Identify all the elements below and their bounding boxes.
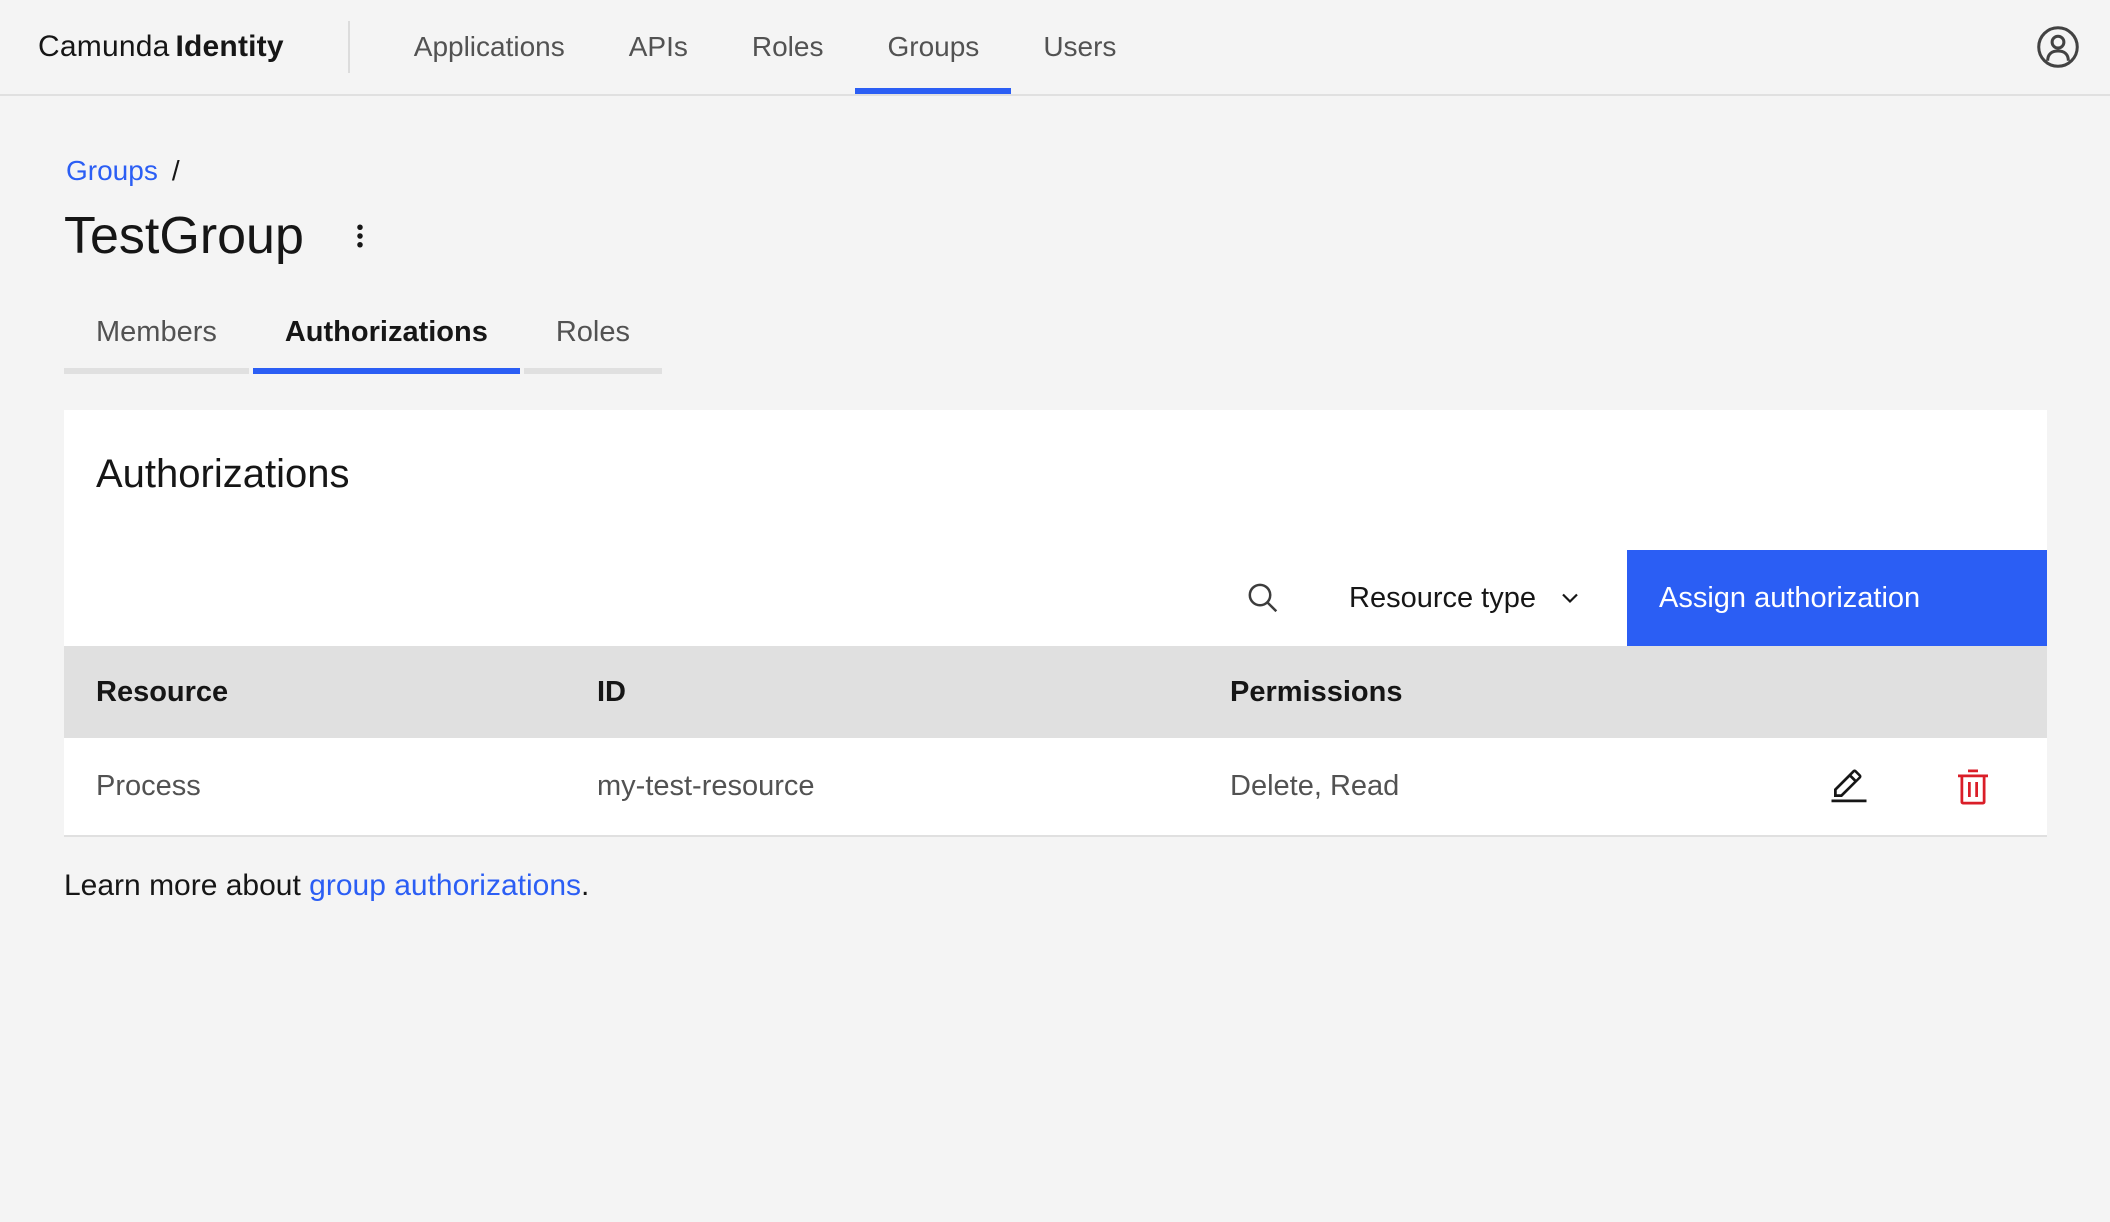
- cell-resource: Process: [64, 738, 565, 837]
- search-button[interactable]: [1215, 550, 1311, 646]
- brand-logo[interactable]: Camunda Identity: [38, 30, 284, 64]
- table-header-row: Resource ID Permissions: [64, 646, 2047, 738]
- page-title: TestGroup: [64, 207, 304, 265]
- tab-members[interactable]: Members: [64, 316, 249, 374]
- cell-permissions: Delete, Read: [1198, 738, 1799, 837]
- header-divider: [347, 21, 350, 73]
- learn-more-suffix: .: [581, 869, 590, 902]
- header-right: [2030, 19, 2086, 75]
- main-nav: Applications APIs Roles Groups Users: [382, 0, 1149, 94]
- card-heading: Authorizations: [96, 452, 350, 496]
- tab-authorizations[interactable]: Authorizations: [252, 316, 520, 374]
- assign-authorization-button[interactable]: Assign authorization: [1627, 550, 2047, 646]
- app-header: Camunda Identity Applications APIs Roles …: [0, 0, 2110, 96]
- learn-more-prefix: Learn more about: [64, 869, 310, 902]
- nav-item-roles[interactable]: Roles: [720, 0, 856, 94]
- nav-item-apis[interactable]: APIs: [597, 0, 720, 94]
- tab-roles[interactable]: Roles: [523, 316, 663, 374]
- user-menu-button[interactable]: [2030, 19, 2086, 75]
- table-row: Process my-test-resource Delete, Read: [64, 738, 2047, 837]
- edit-icon: [1829, 767, 1869, 807]
- resource-type-dropdown[interactable]: Resource type: [1323, 550, 1612, 646]
- chevron-down-icon: [1536, 582, 1586, 614]
- search-icon: [1244, 579, 1282, 617]
- group-authorizations-link[interactable]: group authorizations: [309, 869, 581, 902]
- camunda-identity-app: Camunda Identity Applications APIs Roles …: [0, 0, 2110, 1222]
- breadcrumb-separator: /: [171, 155, 180, 186]
- authorizations-card: Authorizations Resource type Assign auth…: [64, 410, 2047, 837]
- group-detail-tabs: Members Authorizations Roles: [64, 316, 2110, 374]
- user-avatar-icon: [2035, 24, 2081, 70]
- column-header-id: ID: [565, 646, 1198, 738]
- column-header-permissions: Permissions: [1198, 646, 1799, 738]
- title-row: TestGroup: [64, 204, 2110, 268]
- nav-item-groups[interactable]: Groups: [855, 0, 1012, 94]
- column-header-actions-delete: [1899, 646, 2047, 738]
- column-header-actions-edit: [1799, 646, 1899, 738]
- nav-item-applications[interactable]: Applications: [382, 0, 597, 94]
- brand-product: Identity: [175, 30, 284, 63]
- authorizations-table: Resource ID Permissions Process my-test-…: [64, 646, 2047, 837]
- brand-name: Camunda: [38, 30, 170, 63]
- cell-id: my-test-resource: [565, 738, 1198, 837]
- delete-authorization-button[interactable]: [1941, 755, 2005, 819]
- table-toolbar: Resource type Assign authorization: [64, 550, 2047, 646]
- overflow-menu-vertical-icon: [340, 216, 380, 256]
- learn-more-text: Learn more about group authorizations.: [64, 869, 2110, 903]
- trash-can-icon: [1953, 767, 1993, 807]
- overflow-menu-button[interactable]: [332, 208, 388, 264]
- breadcrumb-link-groups[interactable]: Groups: [66, 155, 158, 186]
- resource-type-label: Resource type: [1349, 581, 1536, 614]
- nav-item-users[interactable]: Users: [1011, 0, 1148, 94]
- breadcrumb: Groups /: [66, 152, 2110, 190]
- column-header-resource: Resource: [64, 646, 565, 738]
- edit-authorization-button[interactable]: [1817, 755, 1881, 819]
